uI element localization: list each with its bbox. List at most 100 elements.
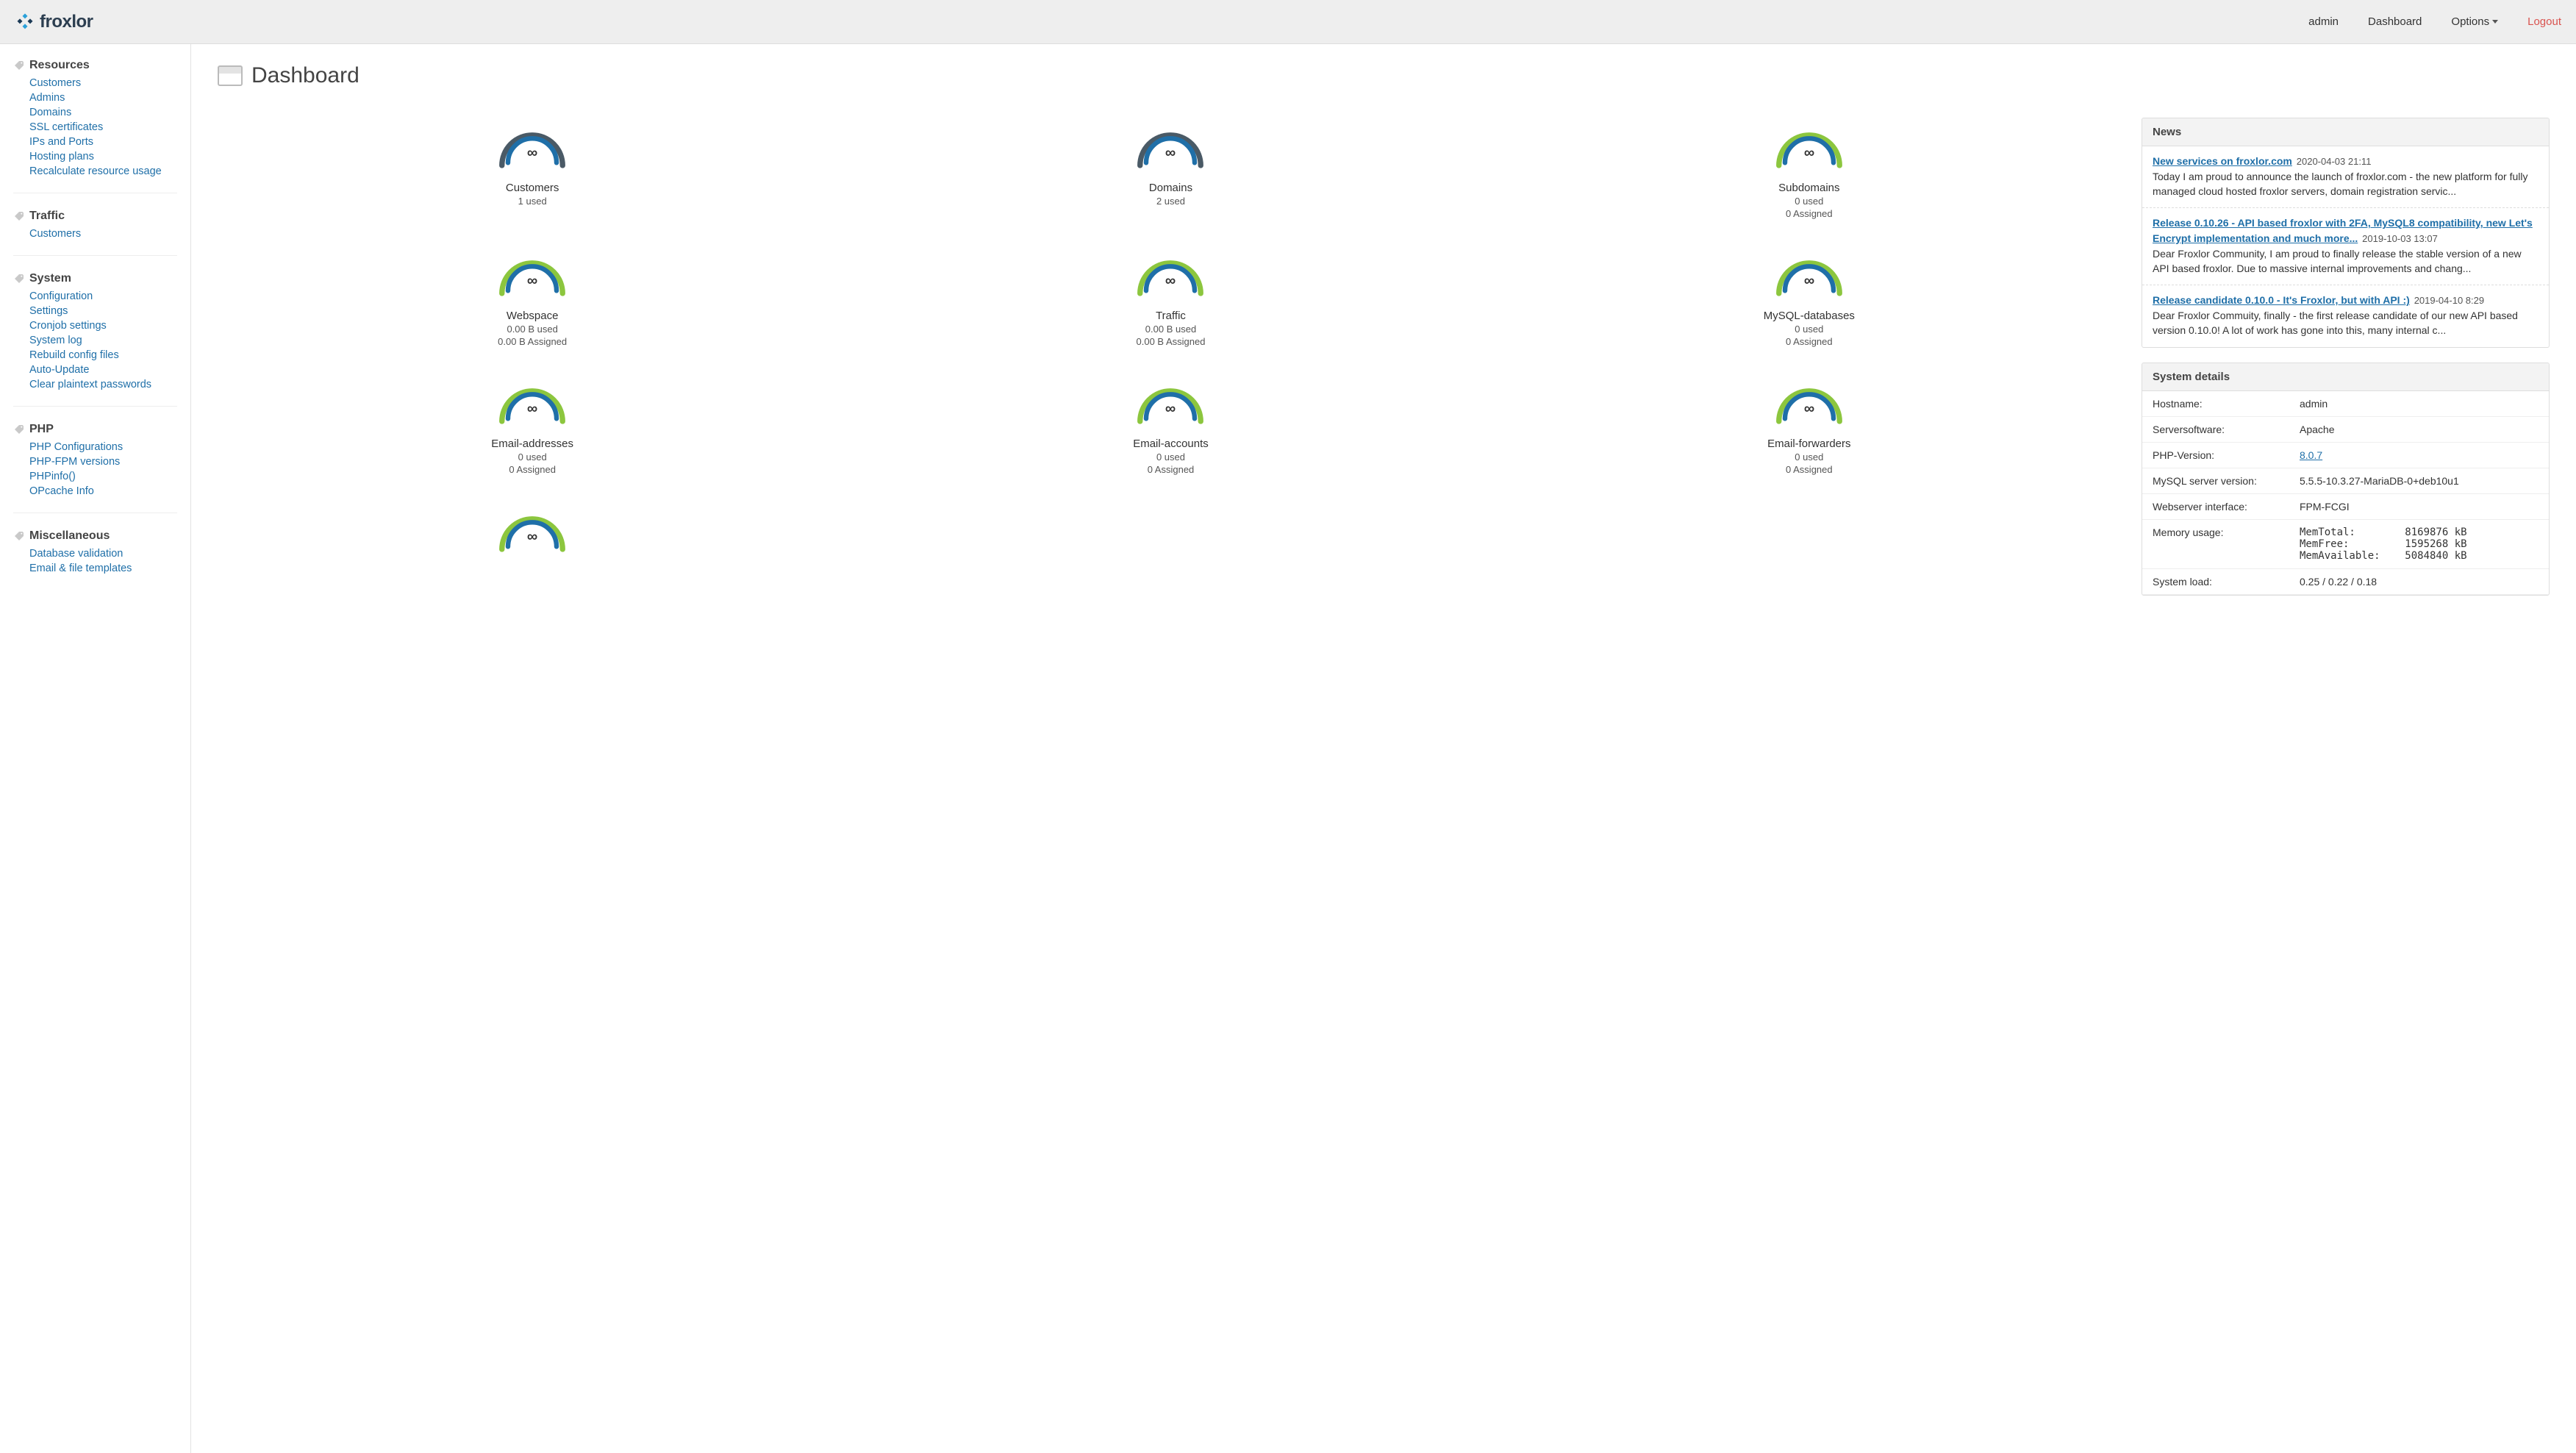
page-title: Dashboard [251, 63, 359, 88]
sidebar-heading: Miscellaneous [13, 529, 177, 543]
system-label: PHP-Version: [2142, 442, 2289, 468]
gauge-sub: 0 Assigned [218, 464, 847, 475]
gauge-label: Email-addresses [218, 438, 847, 450]
system-value: admin [2289, 391, 2549, 417]
sidebar-item[interactable]: Cronjob settings [29, 320, 107, 332]
table-row: MySQL server version:5.5.5-10.3.27-Maria… [2142, 468, 2549, 493]
news-title[interactable]: Release 0.10.26 - API based froxlor with… [2153, 217, 2533, 243]
brand-name: froxlor [40, 12, 93, 32]
sidebar-item[interactable]: Configuration [29, 290, 93, 302]
svg-text:∞: ∞ [1165, 273, 1176, 289]
gauge-sub: 2 used [856, 196, 1485, 207]
news-panel: News New services on froxlor.com 2020-04… [2142, 118, 2550, 348]
svg-text:∞: ∞ [1804, 273, 1814, 289]
system-label: MySQL server version: [2142, 468, 2289, 493]
gauge-item: ∞ Email-addresses0 used0 Assigned [218, 374, 847, 475]
sidebar-item[interactable]: Rebuild config files [29, 349, 119, 361]
sidebar-item[interactable]: Settings [29, 305, 68, 317]
sidebar-item[interactable]: Database validation [29, 548, 123, 560]
news-list: New services on froxlor.com 2020-04-03 2… [2142, 146, 2549, 347]
sidebar-list: Configuration Settings Cronjob settings Sys… [13, 290, 177, 390]
gauge-label: MySQL-databases [1495, 310, 2124, 322]
gauges-grid: ∞Customers1 used ∞ Domains 2 used ∞Subdomain… [218, 118, 2124, 565]
sidebar-heading: Traffic [13, 210, 177, 223]
gauge-sub: 0 used [856, 451, 1485, 463]
system-value[interactable]: 8.0.7 [2289, 442, 2549, 468]
news-body: Dear Froxlor Community, I am proud to fi… [2153, 248, 2522, 274]
sidebar-section: Resources Customers Admins Domains SSL certi… [13, 59, 177, 193]
system-label: System load: [2142, 568, 2289, 594]
sidebar-item[interactable]: PHP Configurations [29, 441, 123, 453]
sidebar-list: Database validation Email & file template… [13, 547, 177, 574]
table-row: Serversoftware:Apache [2142, 416, 2549, 442]
gauge-label: Domains [856, 182, 1485, 194]
gauge-sub: 0 used [218, 451, 847, 463]
topnav-dashboard[interactable]: Dashboard [2368, 15, 2422, 28]
brand-logo[interactable]: froxlor [15, 12, 93, 32]
system-label: Memory usage: [2142, 519, 2289, 568]
froxlor-icon [15, 12, 35, 32]
svg-text:∞: ∞ [1165, 401, 1176, 417]
news-title[interactable]: Release candidate 0.10.0 - It's Froxlor,… [2153, 294, 2410, 306]
gauge-item: ∞Customers1 used [218, 118, 847, 219]
gauge-label: Email-forwarders [1495, 438, 2124, 450]
system-label: Serversoftware: [2142, 416, 2289, 442]
gauge-sub: 0 used [1495, 451, 2124, 463]
gauge-item: ∞Webspace0.00 B used0.00 B Assigned [218, 246, 847, 347]
system-value: 0.25 / 0.22 / 0.18 [2289, 568, 2549, 594]
sidebar-section: Traffic Customers [13, 210, 177, 256]
news-body: Today I am proud to announce the launch … [2153, 171, 2528, 197]
gauge-item: ∞Subdomains0 used0 Assigned [1495, 118, 2124, 219]
tag-icon [13, 273, 25, 285]
svg-text:∞: ∞ [1804, 401, 1814, 417]
news-item: Release 0.10.26 - API based froxlor with… [2142, 208, 2549, 285]
gauge-label: Traffic [856, 310, 1485, 322]
sidebar-item[interactable]: Auto-Update [29, 364, 89, 376]
sidebar-item[interactable]: Admins [29, 92, 65, 104]
sidebar: Resources Customers Admins Domains SSL certi… [0, 44, 191, 1453]
gauge-sub: 0 used [1495, 324, 2124, 335]
tag-icon [13, 424, 25, 435]
sidebar-heading: Resources [13, 59, 177, 72]
sidebar-item[interactable]: IPs and Ports [29, 136, 93, 148]
system-link[interactable]: 8.0.7 [2300, 449, 2322, 461]
gauge-sub: 0 Assigned [1495, 208, 2124, 219]
sidebar-item[interactable]: SSL certificates [29, 121, 103, 133]
system-value: 5.5.5-10.3.27-MariaDB-0+deb10u1 [2289, 468, 2549, 493]
topnav-logout[interactable]: Logout [2527, 15, 2561, 28]
table-row: Memory usage:MemTotal: 8169876 kB MemFre… [2142, 519, 2549, 568]
sidebar-item[interactable]: Customers [29, 77, 81, 89]
system-label: Hostname: [2142, 391, 2289, 417]
sidebar-item[interactable]: Customers [29, 228, 81, 240]
system-label: Webserver interface: [2142, 493, 2289, 519]
sidebar-item[interactable]: Domains [29, 107, 71, 118]
svg-text:∞: ∞ [1165, 145, 1176, 161]
sidebar-section: PHPPHP ConfigurationsPHP-FPM versionsPHP… [13, 423, 177, 513]
gauge-sub: 0 Assigned [1495, 336, 2124, 347]
svg-text:∞: ∞ [1804, 145, 1814, 161]
gauge-label: Email-accounts [856, 438, 1485, 450]
topnav-options[interactable]: Options [2451, 15, 2498, 28]
news-title[interactable]: New services on froxlor.com [2153, 155, 2292, 167]
svg-text:∞: ∞ [527, 401, 537, 417]
sidebar-list: PHP Configurations PHP-FPM versions PHPinf… [13, 440, 177, 497]
topnav-user[interactable]: admin [2308, 15, 2339, 28]
sidebar-item[interactable]: Recalculate resource usage [29, 165, 162, 177]
sidebar-item[interactable]: PHPinfo() [29, 471, 76, 482]
gauge-sub: 0 used [1495, 196, 2124, 207]
sidebar-item[interactable]: OPcache Info [29, 485, 94, 497]
tag-icon [13, 60, 25, 71]
topnav: admin Dashboard Options Logout [2308, 15, 2561, 28]
sidebar-item[interactable]: Hosting plans [29, 151, 94, 163]
svg-text:∞: ∞ [527, 529, 537, 545]
sidebar-item[interactable]: PHP-FPM versions [29, 456, 120, 468]
sidebar-item[interactable]: Email & file templates [29, 563, 132, 574]
sidebar-item[interactable]: Clear plaintext passwords [29, 379, 151, 390]
window-icon [218, 65, 243, 86]
table-row: System load:0.25 / 0.22 / 0.18 [2142, 568, 2549, 594]
system-value: Apache [2289, 416, 2549, 442]
sidebar-item[interactable]: System log [29, 335, 82, 346]
gauge-sub: 0.00 B Assigned [856, 336, 1485, 347]
gauge-item: ∞Email-accounts0 used0 Assigned [856, 374, 1485, 475]
system-value: MemTotal: 8169876 kB MemFree: 1595268 kB… [2289, 519, 2549, 568]
